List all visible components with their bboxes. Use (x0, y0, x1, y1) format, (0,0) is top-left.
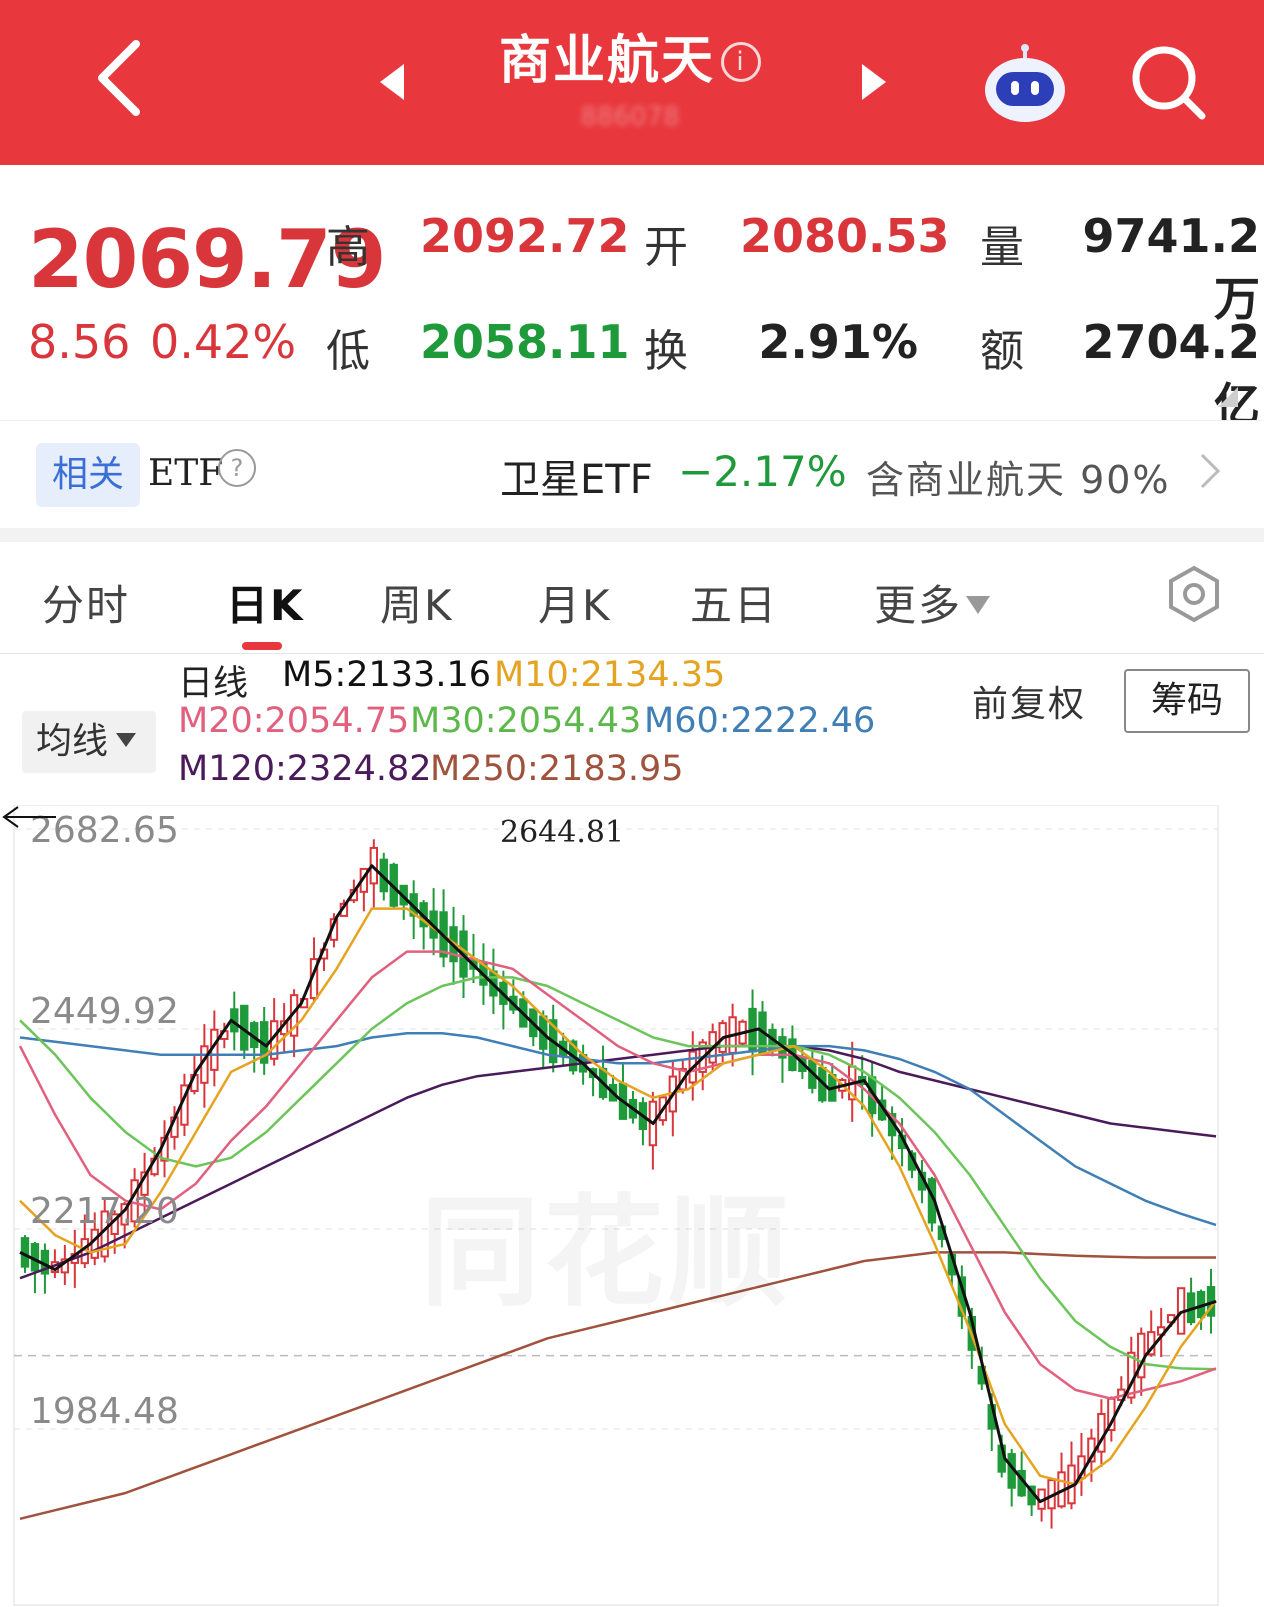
y-tick-label: 2217.20 (30, 1191, 179, 1232)
high-value: 2092.72 (420, 209, 630, 263)
ma30-value: M30:2054.43 (410, 701, 642, 741)
price-change: 8.56 (28, 315, 131, 369)
etf-change-pct: −2.17% (678, 447, 847, 496)
expand-corner-icon[interactable] (1218, 387, 1238, 407)
ma10-value: M10:2134.35 (494, 655, 726, 695)
info-icon[interactable]: i (721, 42, 761, 82)
daily-line-label: 日线 (178, 664, 249, 704)
search-icon[interactable] (1128, 42, 1208, 122)
turnover-label: 换 (644, 326, 688, 377)
watermark: 同花顺 (420, 1155, 792, 1329)
quote-panel: 2069.79 8.56 0.42% 高 2092.72 低 2058.11 开… (0, 165, 1264, 432)
amount-value: 2704.2亿 (1082, 315, 1260, 432)
etf-contains: 含商业航天 90% (866, 458, 1171, 502)
related-etf-bar[interactable]: 相关 ETF ? 卫星ETF −2.17% 含商业航天 90% (0, 420, 1264, 528)
etf-name: 卫星ETF (500, 457, 653, 503)
robot-assistant-icon[interactable] (982, 44, 1068, 124)
low-value: 2058.11 (420, 315, 630, 369)
arrow-left-icon (2, 806, 56, 828)
header-bar: 商业航天 i 886078 (0, 0, 1264, 165)
period-tabs: 分时 日K 周K 月K 五日 更多 (0, 542, 1264, 654)
amount-label: 额 (980, 326, 1024, 377)
forward-adjust-toggle[interactable]: 前复权 (972, 675, 1086, 727)
volume-value: 9741.2万 (1082, 209, 1260, 326)
chips-button[interactable]: 筹码 (1124, 669, 1250, 733)
price-change-pct: 0.42% (150, 315, 297, 369)
ma250-value: M250:2183.95 (430, 749, 684, 789)
ma5-value: M5:2133.16 (282, 655, 491, 695)
dropdown-arrow-icon (116, 733, 137, 747)
open-label: 开 (644, 222, 688, 273)
tab-weekly-k[interactable]: 周K (380, 572, 454, 633)
tab-monthly-k[interactable]: 月K (538, 572, 612, 633)
related-chip: 相关 (36, 443, 140, 507)
tab-five-day[interactable]: 五日 (690, 572, 778, 633)
section-divider (0, 528, 1264, 542)
help-icon[interactable]: ? (218, 449, 256, 487)
high-label: 高 (326, 222, 370, 273)
low-label: 低 (326, 326, 370, 377)
back-arrow-icon[interactable] (88, 38, 158, 118)
kline-chart[interactable]: 同花顺 2682.65 2449.92 2217.20 1984.48 2644… (0, 805, 1264, 1607)
ma20-value: M20:2054.75 (178, 701, 410, 741)
y-tick-label: 2449.92 (30, 991, 179, 1032)
etf-label: ETF (148, 453, 224, 494)
active-tab-indicator (242, 642, 282, 650)
volume-label: 量 (980, 222, 1024, 273)
open-value: 2080.53 (740, 209, 950, 263)
ma120-value: M120:2324.82 (178, 749, 432, 789)
next-index-icon[interactable] (858, 62, 888, 102)
tab-daily-k[interactable]: 日K (226, 572, 305, 633)
dropdown-arrow-icon (966, 596, 991, 614)
y-tick-label: 1984.48 (30, 1391, 179, 1432)
turnover-value: 2.91% (758, 315, 918, 369)
tab-intraday[interactable]: 分时 (42, 572, 130, 633)
page-title: 商业航天 i (450, 18, 810, 93)
ma-dropdown[interactable]: 均线 (22, 711, 156, 773)
ma-legend: 均线 日线 M5:2133.16 M10:2134.35 M20:2054.75… (0, 655, 1264, 805)
previous-index-icon[interactable] (378, 62, 408, 102)
tab-more[interactable]: 更多 (874, 572, 991, 633)
ma60-value: M60:2222.46 (644, 701, 876, 741)
chevron-right-icon[interactable] (1198, 451, 1222, 491)
index-code: 886078 (580, 102, 680, 132)
peak-annotation: 2644.81 (500, 815, 625, 850)
settings-hexagon-icon[interactable] (1164, 564, 1224, 624)
